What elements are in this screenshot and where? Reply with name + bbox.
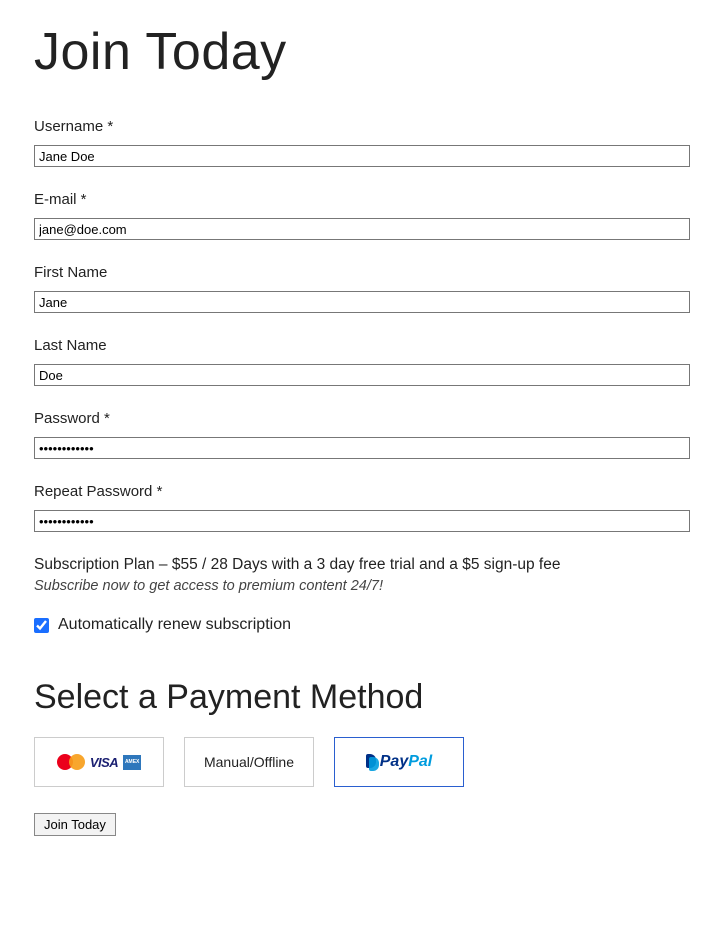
subscription-plan-text: Subscription Plan – $55 / 28 Days with a…: [34, 556, 690, 574]
paypal-icon: [366, 754, 378, 770]
last-name-label: Last Name: [34, 337, 690, 354]
payment-option-paypal[interactable]: PayPal: [334, 737, 464, 787]
last-name-input[interactable]: [34, 364, 690, 386]
password-label: Password *: [34, 410, 690, 427]
password-group: Password *: [34, 410, 690, 459]
subscription-plan-description: Subscribe now to get access to premium c…: [34, 578, 690, 594]
repeat-password-group: Repeat Password *: [34, 483, 690, 532]
join-today-button[interactable]: Join Today: [34, 813, 116, 836]
first-name-group: First Name: [34, 264, 690, 313]
visa-icon: VISA: [90, 755, 118, 770]
first-name-input[interactable]: [34, 291, 690, 313]
payment-method-heading: Select a Payment Method: [34, 678, 690, 717]
username-group: Username *: [34, 118, 690, 167]
email-label: E-mail *: [34, 191, 690, 208]
auto-renew-row[interactable]: Automatically renew subscription: [34, 616, 690, 634]
repeat-password-label: Repeat Password *: [34, 483, 690, 500]
paypal-pal-text: Pal: [408, 753, 432, 770]
email-input[interactable]: [34, 218, 690, 240]
paypal-pay-text: Pay: [380, 753, 408, 770]
email-group: E-mail *: [34, 191, 690, 240]
last-name-group: Last Name: [34, 337, 690, 386]
first-name-label: First Name: [34, 264, 690, 281]
manual-label: Manual/Offline: [204, 754, 294, 770]
amex-icon: AMEX: [123, 755, 141, 770]
repeat-password-input[interactable]: [34, 510, 690, 532]
password-input[interactable]: [34, 437, 690, 459]
username-label: Username *: [34, 118, 690, 135]
auto-renew-label: Automatically renew subscription: [58, 616, 291, 634]
auto-renew-checkbox[interactable]: [34, 618, 49, 633]
mastercard-icon: [57, 753, 85, 771]
username-input[interactable]: [34, 145, 690, 167]
payment-option-manual[interactable]: Manual/Offline: [184, 737, 314, 787]
page-title: Join Today: [34, 22, 690, 82]
payment-methods: VISA AMEX Manual/Offline PayPal: [34, 737, 690, 787]
payment-option-cards[interactable]: VISA AMEX: [34, 737, 164, 787]
